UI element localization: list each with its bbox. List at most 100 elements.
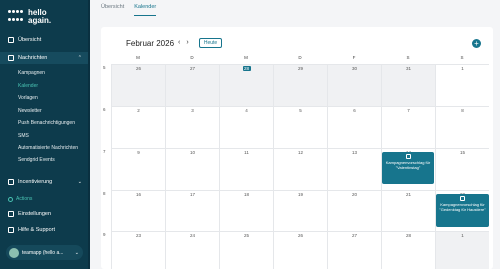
day-number: 19	[297, 192, 303, 197]
day-number: 16	[135, 192, 141, 197]
user-menu[interactable]: teamapp (hello a... ⌄	[6, 245, 83, 260]
sidebar-item-overview[interactable]: Übersicht	[0, 34, 90, 46]
chevron-up-icon: ⌃	[77, 55, 82, 61]
tab-bar: Übersicht Kalender	[90, 0, 500, 16]
calendar-day-cell[interactable]: 13	[327, 148, 381, 190]
sidebar-subitem-push[interactable]: Push Benachrichtigungen	[18, 120, 75, 126]
calendar-day-cell[interactable]: 1	[435, 231, 489, 269]
day-number: 30	[351, 66, 357, 71]
chevron-down-icon: ⌄	[74, 249, 79, 256]
prev-month-button[interactable]: ‹	[178, 39, 180, 46]
calendar-day-cell[interactable]: 17	[165, 190, 219, 232]
calendar-day-cell[interactable]: 9	[111, 148, 165, 190]
day-number: 6	[353, 108, 356, 113]
sidebar-item-incentives[interactable]: Incentivierung ⌄	[0, 176, 90, 188]
actions-label: Actions	[16, 196, 33, 202]
calendar-day-cell[interactable]: 29	[273, 64, 327, 106]
calendar-day-cell[interactable]: 28	[219, 64, 273, 106]
calendar-day-cell[interactable]: 15	[435, 148, 489, 190]
day-number: 7	[407, 108, 410, 113]
calendar-event[interactable]: Kampagnenvorschlag für "Valentinstag"	[382, 152, 434, 184]
calendar-day-cell[interactable]: 21	[381, 190, 435, 232]
sidebar-scrollbar[interactable]	[88, 0, 90, 269]
calendar-day-cell[interactable]: 24	[165, 231, 219, 269]
calendar-day-cell[interactable]: 8	[435, 106, 489, 148]
tab-calendar[interactable]: Kalender	[134, 0, 157, 16]
week-number: 8	[103, 191, 106, 196]
tab-overview[interactable]: Übersicht	[101, 0, 124, 16]
avatar	[9, 247, 19, 258]
sidebar-item-label: Hilfe & Support	[18, 227, 55, 233]
sidebar-subitem-campaigns[interactable]: Kampagnen	[18, 70, 45, 76]
calendar-day-cell[interactable]: 6	[327, 106, 381, 148]
user-label: teamapp (hello a...	[22, 249, 64, 256]
calendar-day-cell[interactable]: 2	[111, 106, 165, 148]
day-number: 13	[351, 150, 357, 155]
home-icon	[8, 37, 14, 43]
sidebar-item-settings[interactable]: Einstellungen	[0, 208, 90, 220]
calendar-day-cell[interactable]: 7	[381, 106, 435, 148]
sidebar-item-messages[interactable]: Nachrichten ⌃	[0, 52, 90, 64]
sidebar-item-label: Incentivierung	[18, 179, 53, 185]
dow-label: M	[136, 55, 140, 60]
sidebar: hello again. Übersicht Nachrichten ⌃ Kam…	[0, 0, 90, 269]
calendar-day-cell[interactable]: 26	[111, 64, 165, 106]
dow-label: S	[406, 55, 410, 60]
day-number: 4	[245, 108, 248, 113]
sidebar-subitem-newsletter[interactable]: Newsletter	[18, 108, 42, 114]
calendar-day-cell[interactable]: 1	[435, 64, 489, 106]
week-number: 9	[103, 232, 106, 237]
sidebar-subitem-sendgrid[interactable]: Sendgrid Events	[18, 157, 55, 163]
calendar-day-cell[interactable]: 23	[111, 231, 165, 269]
calendar-day-cell[interactable]: 11	[219, 148, 273, 190]
actions-link[interactable]: Actions	[8, 196, 32, 202]
calendar-card: Februar 2026 ‹ › Heute + M D M D F S S 5…	[101, 27, 493, 269]
calendar-day-cell[interactable]: 3	[165, 106, 219, 148]
week-number: 6	[103, 107, 106, 112]
calendar-day-cell[interactable]: 16	[111, 190, 165, 232]
calendar-day-cell[interactable]: 18	[219, 190, 273, 232]
sidebar-subitem-sms[interactable]: SMS	[18, 133, 29, 139]
chevron-down-icon: ⌄	[77, 179, 82, 185]
month-title: Februar 2026	[126, 39, 175, 48]
day-number: 26	[135, 66, 141, 71]
calendar-day-cell[interactable]: 19	[273, 190, 327, 232]
next-month-button[interactable]: ›	[186, 39, 188, 46]
calendar-day-cell[interactable]: 5	[273, 106, 327, 148]
logo[interactable]: hello again.	[8, 9, 51, 25]
sidebar-subitem-templates[interactable]: Vorlagen	[18, 95, 38, 101]
day-number: 27	[189, 66, 195, 71]
day-number: 20	[351, 192, 357, 197]
day-number: 21	[405, 192, 411, 197]
sidebar-item-help[interactable]: Hilfe & Support	[0, 224, 90, 236]
day-number: 23	[135, 233, 141, 238]
day-number: 25	[243, 233, 249, 238]
sidebar-subitem-calendar[interactable]: Kalender	[18, 83, 38, 89]
help-icon	[8, 227, 14, 233]
day-number: 15	[459, 150, 465, 155]
day-number: 28	[405, 233, 411, 238]
calendar-day-cell[interactable]: 31	[381, 64, 435, 106]
calendar-day-cell[interactable]: 12	[273, 148, 327, 190]
day-number: 1	[461, 233, 464, 238]
calendar-day-cell[interactable]: 28	[381, 231, 435, 269]
sidebar-subitem-automated[interactable]: Automatisierte Nachrichten	[18, 145, 78, 151]
calendar-day-cell[interactable]: 10	[165, 148, 219, 190]
today-button[interactable]: Heute	[199, 38, 222, 48]
calendar-day-cell[interactable]: 20	[327, 190, 381, 232]
month-nav: ‹ ›	[178, 39, 189, 46]
dow-label: D	[190, 55, 194, 60]
calendar-day-cell[interactable]: 27	[327, 231, 381, 269]
calendar-event[interactable]: Kampagnenvorschlag für "Gedenktag für Ha…	[436, 194, 489, 227]
calendar-day-cell[interactable]: 27	[165, 64, 219, 106]
calendar-day-cell[interactable]: 25	[219, 231, 273, 269]
add-event-button[interactable]: +	[472, 39, 481, 48]
day-number: 10	[189, 150, 195, 155]
calendar-day-cell[interactable]: 4	[219, 106, 273, 148]
calendar-day-cell[interactable]: 26	[273, 231, 327, 269]
day-number: 11	[244, 150, 249, 155]
event-text: Kampagnenvorschlag für "Gedenktag für Ha…	[439, 202, 486, 212]
calendar-day-cell[interactable]: 30	[327, 64, 381, 106]
gift-icon	[8, 179, 14, 185]
day-number: 17	[189, 192, 195, 197]
